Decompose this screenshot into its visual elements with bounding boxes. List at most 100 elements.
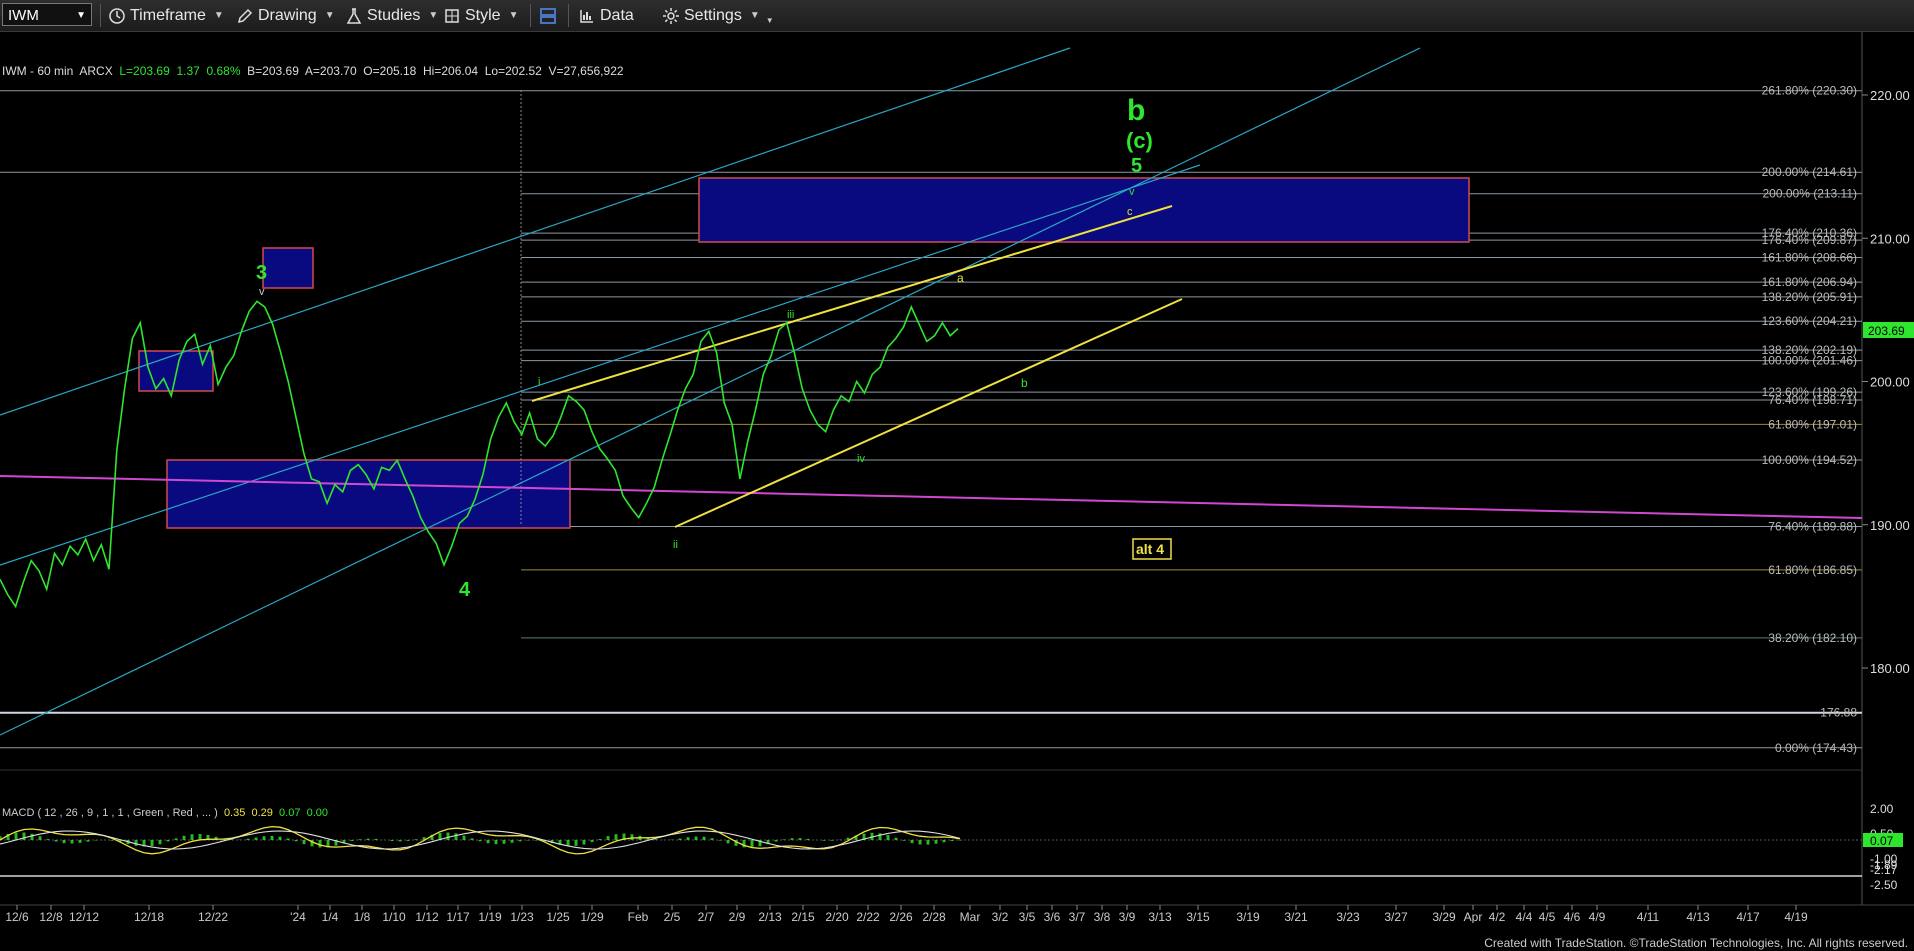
data-button[interactable]: Data	[578, 0, 634, 31]
support-zone-box	[166, 459, 571, 529]
data-label: Data	[600, 6, 634, 24]
time-tick-label: 2/9	[729, 910, 746, 923]
price-tick-label: 190.00	[1870, 518, 1910, 533]
time-tick-label: 2/13	[758, 910, 782, 923]
wave-label-b: b	[1127, 94, 1145, 127]
time-tick-label: 3/8	[1094, 910, 1111, 923]
time-tick-label: 3/13	[1148, 910, 1172, 923]
macd-value-1: 0.35	[223, 807, 246, 819]
time-tick-label: 1/12	[415, 910, 439, 923]
time-tick-label: 3/21	[1284, 910, 1308, 923]
time-tick-label: 2/28	[922, 910, 946, 923]
last-price: L=203.69	[119, 64, 170, 78]
fib-level-label: 76.40% (198.71)	[1768, 393, 1857, 407]
wave-label-i: i	[538, 376, 540, 388]
toolbar-divider	[100, 4, 101, 27]
zone-box-wave3	[262, 247, 314, 289]
timeframe-button[interactable]: Timeframe ▼	[108, 0, 224, 31]
fib-level-label: 100.00% (201.46)	[1762, 354, 1857, 368]
time-tick-label: 3/6	[1044, 910, 1061, 923]
macd-info-line: MACD ( 12 , 26 , 9 , 1 , 1 , Green , Red…	[2, 807, 328, 819]
price-axis-ticks: 220.00 210.00 200.00 190.00 180.00	[1862, 88, 1910, 676]
time-tick-label: 1/8	[354, 910, 371, 923]
macd-value-3: 0.07	[279, 807, 301, 819]
time-tick-label: Feb	[628, 910, 649, 923]
fib-level-label: 100.00% (194.52)	[1762, 453, 1857, 467]
fib-level-label: 123.60% (204.21)	[1762, 314, 1857, 328]
chevron-down-icon: ▼	[508, 10, 519, 21]
price-tick-label: 210.00	[1870, 231, 1910, 246]
time-tick-label: 2/26	[889, 910, 913, 923]
fib-level-label: 138.20% (205.91)	[1762, 290, 1857, 304]
chevron-down-icon: ▼	[749, 10, 760, 21]
time-tick-label: 2/5	[664, 910, 681, 923]
wave-label-small-v: v	[259, 286, 265, 298]
macd-label: MACD ( 12 , 26 , 9 , 1 , 1 , Green , Red…	[2, 807, 218, 819]
time-axis-ticks: 12/6 12/8 12/12 12/18 12/22 '24 1/4 1/8 1/10 1/12…	[5, 905, 1808, 923]
time-tick-label: 1/17	[446, 910, 470, 923]
exchange: ARCX	[79, 64, 113, 78]
time-tick-label: 1/23	[510, 910, 534, 923]
toolbar-divider	[530, 4, 531, 27]
symbol-info-line: IWM - 60 min ARCX L=203.69 1.37 0.68% B=…	[2, 64, 624, 78]
time-tick-label: 2/22	[856, 910, 880, 923]
style-button[interactable]: Style ▼	[443, 0, 518, 31]
chevron-down-icon: ▼	[213, 10, 224, 21]
price-tick-label: 200.00	[1870, 375, 1910, 390]
footer-text: Created with TradeStation. ©TradeStation…	[1484, 936, 1908, 950]
chevron-down-icon: ▼	[765, 16, 774, 25]
fib-level-label: 61.80% (186.85)	[1768, 563, 1857, 577]
time-tick-label: 4/9	[1589, 910, 1606, 923]
fib-level-label: 200.00% (213.11)	[1762, 187, 1857, 201]
time-tick-label: 4/5	[1539, 910, 1556, 923]
open: O=205.18	[363, 64, 417, 78]
macd-value-4: 0.00	[306, 807, 328, 819]
studies-label: Studies	[367, 6, 421, 24]
time-tick-label: 3/2	[992, 910, 1009, 923]
time-tick-label: 4/6	[1564, 910, 1581, 923]
time-tick-label: 12/8	[39, 910, 63, 923]
layout-icon	[540, 7, 556, 24]
wave-label-3: 3	[256, 262, 267, 284]
time-tick-label: 3/9	[1119, 910, 1136, 923]
wave-label-small-v2: v	[1129, 186, 1135, 198]
chevron-down-icon: ▼	[76, 10, 86, 21]
wave-label-ii: ii	[673, 539, 678, 551]
time-tick-label: 12/6	[5, 910, 29, 923]
macd-value-2: 0.29	[251, 807, 273, 819]
macd-tick-label: 0.07	[1870, 834, 1894, 848]
low: Lo=202.52	[484, 64, 542, 78]
time-tick-label: 4/4	[1516, 910, 1533, 923]
time-tick-label: 3/15	[1186, 910, 1210, 923]
fib-level-label: 200.00% (214.61)	[1762, 165, 1857, 179]
time-tick-label: 1/19	[478, 910, 502, 923]
ask: A=203.70	[304, 64, 357, 78]
settings-label: Settings	[684, 6, 742, 24]
fib-level-label: 176.40% (209.87)	[1762, 233, 1857, 247]
symbol-input[interactable]: IWM ▼	[2, 3, 92, 26]
studies-button[interactable]: Studies ▼	[345, 0, 438, 31]
drawing-button[interactable]: Drawing ▼	[236, 0, 335, 31]
macd-tick-label: -2.50	[1870, 878, 1898, 892]
macd-tick-label: -2.17	[1870, 863, 1898, 877]
fib-level-label: 261.80% (220.30)	[1762, 84, 1857, 98]
macd-axis-ticks: 2.000.500.07-1.00-1.89-2.17-2.50	[1863, 802, 1903, 892]
time-tick-label: 12/22	[198, 910, 228, 923]
time-tick-label: 2/15	[791, 910, 815, 923]
price-chart[interactable]: 261.80% (220.30) 200.00% (214.61) 200.00% …	[0, 32, 1914, 923]
layout-button[interactable]	[538, 0, 562, 31]
time-tick-label: 2/7	[698, 910, 715, 923]
net-change-pct: 0.68%	[206, 64, 241, 78]
wave-label-4: 4	[459, 579, 471, 601]
gear-icon	[663, 7, 679, 24]
time-tick-label: 2/20	[825, 910, 849, 923]
chart-area[interactable]: 261.80% (220.30) 200.00% (214.61) 200.00% …	[0, 32, 1914, 923]
footer: Created with TradeStation. ©TradeStation…	[0, 936, 1914, 951]
timeframe-label: Timeframe	[130, 6, 206, 24]
price-tick-label: 180.00	[1870, 661, 1910, 676]
time-tick-label: 4/11	[1637, 910, 1660, 923]
symbol-value: IWM	[8, 7, 39, 24]
wave-label-alt4: alt 4	[1136, 541, 1164, 557]
settings-button[interactable]: Settings ▼ ▼	[662, 0, 774, 31]
fib-level-label: 161.80% (206.94)	[1762, 275, 1857, 289]
